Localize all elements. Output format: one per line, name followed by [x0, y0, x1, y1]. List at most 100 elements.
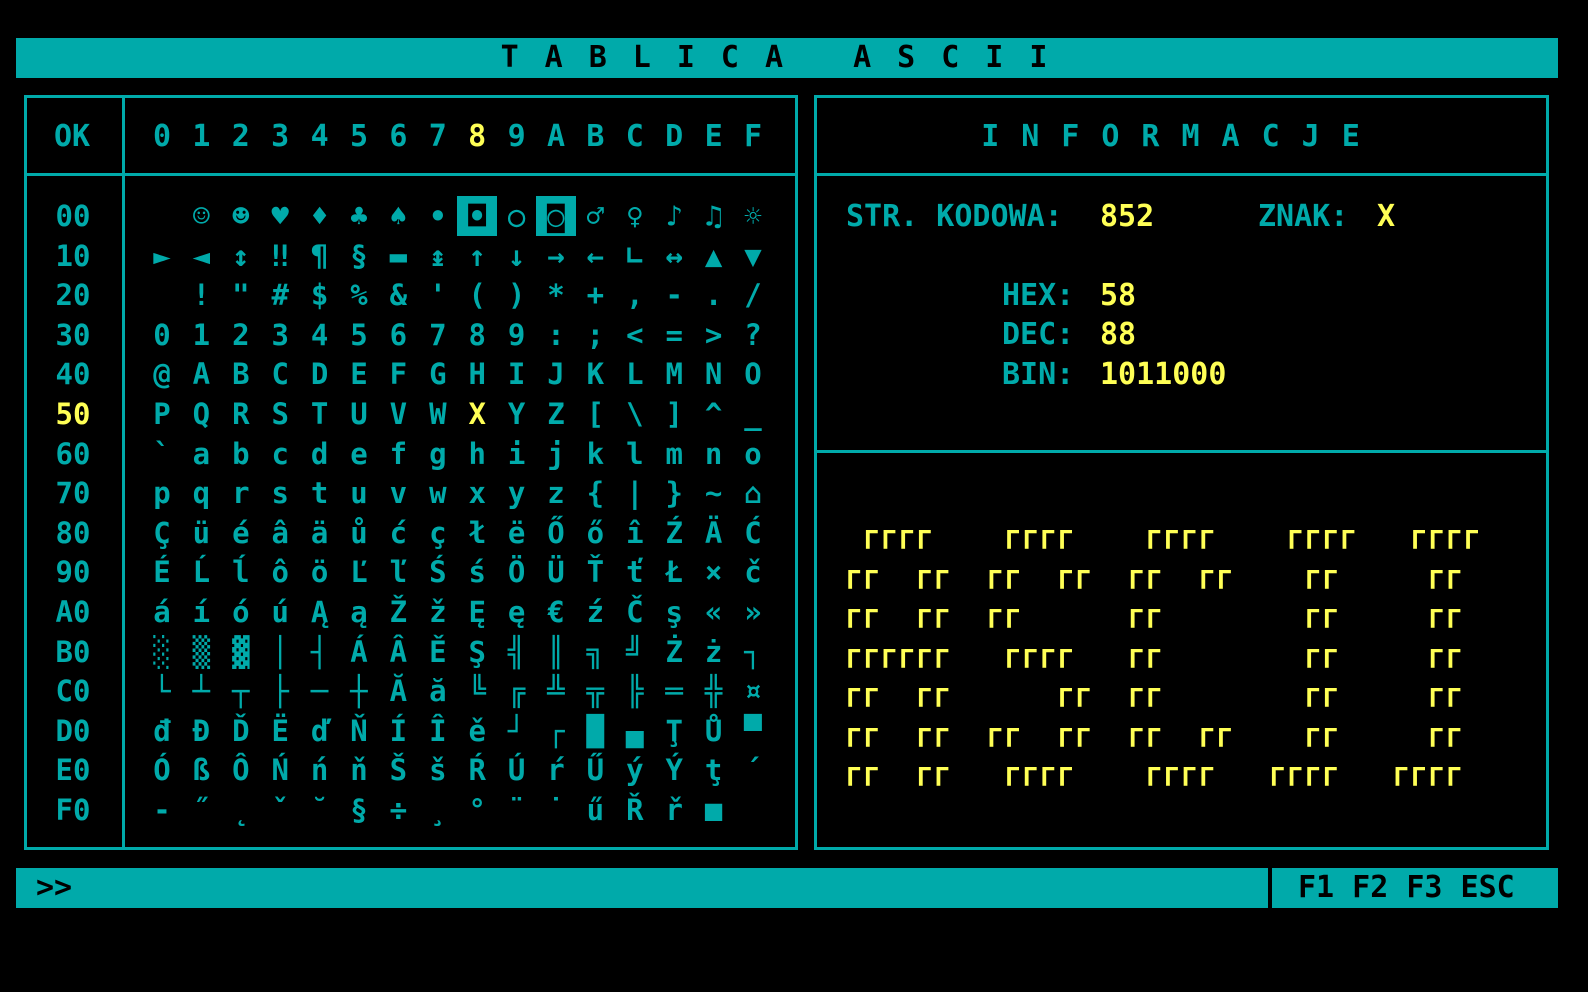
char-cell[interactable]: ł [457, 513, 497, 553]
char-cell[interactable]: Ä [694, 513, 734, 553]
char-cell[interactable]: ŕ [536, 750, 576, 790]
char-cell[interactable]: @ [142, 354, 182, 394]
char-cell[interactable]: ą [339, 592, 379, 632]
char-cell[interactable]: ♂ [575, 196, 615, 236]
char-cell[interactable]: ╦ [575, 671, 615, 711]
char-cell[interactable]: Ť [575, 552, 615, 592]
char-cell[interactable]: Ř [615, 790, 655, 830]
char-cell[interactable]: e [339, 434, 379, 474]
char-cell[interactable]: U [339, 394, 379, 434]
char-cell[interactable]: ╚ [457, 671, 497, 711]
command-bar[interactable]: >> [16, 868, 1268, 908]
char-cell[interactable]: u [339, 473, 379, 513]
char-cell[interactable]: ¤ [733, 671, 773, 711]
char-cell[interactable]: G [418, 354, 458, 394]
char-cell[interactable]: ť [615, 552, 655, 592]
char-cell[interactable]: ß [181, 750, 221, 790]
char-cell[interactable]: ○ [497, 196, 537, 236]
char-cell[interactable]: ! [181, 275, 221, 315]
char-cell[interactable]: ] [654, 394, 694, 434]
char-cell[interactable]: p [142, 473, 182, 513]
char-cell[interactable]: ╔ [497, 671, 537, 711]
char-cell[interactable]: ∟ [615, 236, 655, 276]
char-cell[interactable]: Ý [654, 750, 694, 790]
char-cell[interactable]: Y [497, 394, 537, 434]
char-cell[interactable]: D [300, 354, 340, 394]
char-cell[interactable]: ═ [654, 671, 694, 711]
char-cell[interactable]: ■ [694, 790, 734, 830]
char-cell[interactable]: ╗ [575, 632, 615, 672]
char-cell[interactable]: + [575, 275, 615, 315]
char-cell[interactable]: 5 [339, 315, 379, 355]
char-cell[interactable]: ▓ [221, 632, 261, 672]
char-cell[interactable]: ┌ [536, 711, 576, 751]
char-cell[interactable]: ( [457, 275, 497, 315]
char-cell[interactable]: ~ [694, 473, 734, 513]
char-cell[interactable]: ş [654, 592, 694, 632]
char-cell[interactable]: Ů [694, 711, 734, 751]
char-cell[interactable]: ☺ [181, 196, 221, 236]
char-cell[interactable]: 4 [300, 315, 340, 355]
char-cell[interactable]: Ś [418, 552, 458, 592]
char-cell[interactable]: n [694, 434, 734, 474]
char-cell[interactable]: 2 [221, 315, 261, 355]
char-cell[interactable]: Z [536, 394, 576, 434]
char-cell[interactable]: 7 [418, 315, 458, 355]
char-cell[interactable]: k [575, 434, 615, 474]
char-cell[interactable]: Ô [221, 750, 261, 790]
char-cell[interactable]: ě [457, 711, 497, 751]
char-cell[interactable]: á [142, 592, 182, 632]
char-cell[interactable]: ░ [142, 632, 182, 672]
char-cell[interactable]: ↔ [654, 236, 694, 276]
char-cell[interactable]: ↑ [457, 236, 497, 276]
char-cell[interactable]: Ć [733, 513, 773, 553]
char-cell[interactable]: & [378, 275, 418, 315]
char-cell[interactable]: ⌂ [733, 473, 773, 513]
char-cell[interactable]: S [260, 394, 300, 434]
char-cell[interactable]: y [497, 473, 537, 513]
char-cell[interactable]: đ [142, 711, 182, 751]
char-cell[interactable]: ┤ [300, 632, 340, 672]
char-cell[interactable]: Ŕ [457, 750, 497, 790]
char-cell[interactable]: 6 [378, 315, 418, 355]
char-cell[interactable]: ô [260, 552, 300, 592]
char-cell[interactable]: < [615, 315, 655, 355]
char-cell[interactable]: ┐ [733, 632, 773, 672]
char-cell[interactable]: ║ [536, 632, 576, 672]
char-cell[interactable]: ' [418, 275, 458, 315]
char-cell[interactable]: ˘ [300, 790, 340, 830]
char-cell[interactable]: Â [378, 632, 418, 672]
char-cell[interactable]: └ [142, 671, 182, 711]
char-cell[interactable]: ╩ [536, 671, 576, 711]
char-cell[interactable]: } [654, 473, 694, 513]
char-cell[interactable]: č [733, 552, 773, 592]
char-cell[interactable]: Ą [300, 592, 340, 632]
char-cell[interactable]: ^ [694, 394, 734, 434]
char-cell[interactable]: ♠ [378, 196, 418, 236]
char-cell[interactable]: ► [142, 236, 182, 276]
char-cell[interactable]: V [378, 394, 418, 434]
char-cell[interactable]: × [694, 552, 734, 592]
char-cell[interactable]: P [142, 394, 182, 434]
char-cell[interactable]: d [300, 434, 340, 474]
char-cell[interactable]: Ľ [339, 552, 379, 592]
char-cell[interactable]: Î [418, 711, 458, 751]
char-cell[interactable]: ) [497, 275, 537, 315]
char-cell[interactable]: - [142, 790, 182, 830]
char-cell[interactable]: # [260, 275, 300, 315]
char-cell[interactable] [142, 196, 182, 236]
char-cell[interactable]: Ő [536, 513, 576, 553]
char-cell[interactable]: █ [575, 711, 615, 751]
char-cell[interactable]: ▄ [615, 711, 655, 751]
char-cell[interactable]: M [654, 354, 694, 394]
char-cell[interactable]: ; [575, 315, 615, 355]
char-cell[interactable]: B [221, 354, 261, 394]
char-cell[interactable]: l [615, 434, 655, 474]
char-cell[interactable]: b [221, 434, 261, 474]
char-cell[interactable]: Ł [654, 552, 694, 592]
char-cell[interactable]: ¨ [497, 790, 537, 830]
char-cell[interactable]: Ĺ [181, 552, 221, 592]
char-cell[interactable] [733, 790, 773, 830]
char-cell[interactable]: ▒ [181, 632, 221, 672]
char-cell[interactable]: é [221, 513, 261, 553]
